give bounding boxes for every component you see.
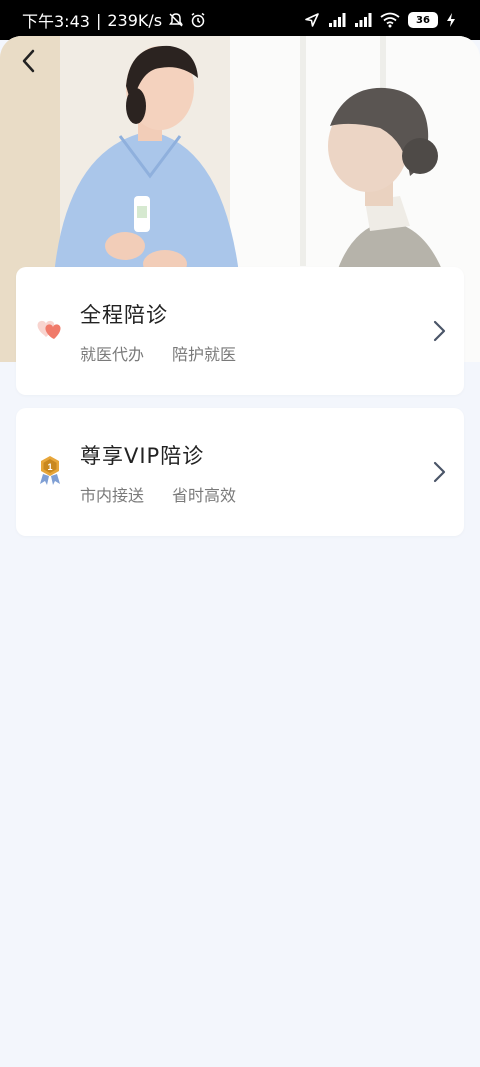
service-tags: 就医代办 陪护就医 bbox=[80, 341, 236, 365]
medal-icon: 1 bbox=[40, 456, 60, 485]
signal-icon-1 bbox=[329, 13, 346, 27]
service-tag: 省时高效 bbox=[172, 486, 237, 505]
status-bar: 下午3:43 | 239K/s 36 bbox=[0, 0, 480, 40]
status-time: 下午3:43 bbox=[22, 12, 90, 31]
back-button[interactable] bbox=[14, 46, 44, 76]
status-right: 36 bbox=[304, 12, 456, 28]
chevron-right-icon bbox=[433, 461, 446, 483]
chevron-right-icon bbox=[433, 320, 446, 342]
charging-bolt-icon bbox=[447, 13, 455, 27]
chevron-left-icon bbox=[22, 49, 35, 73]
service-tag: 陪护就医 bbox=[172, 345, 237, 364]
service-title: 全程陪诊 bbox=[80, 303, 168, 327]
svg-text:1: 1 bbox=[47, 462, 52, 472]
status-left: 下午3:43 | 239K/s bbox=[22, 8, 206, 32]
wifi-icon bbox=[380, 12, 400, 28]
service-card-full-escort[interactable]: 全程陪诊 就医代办 陪护就医 bbox=[16, 267, 464, 395]
alarm-icon bbox=[191, 12, 205, 28]
service-card-vip-escort[interactable]: 1 尊享VIP陪诊 市内接送 省时高效 bbox=[16, 408, 464, 536]
status-net-speed: 239K/s bbox=[107, 10, 163, 30]
heart-icon bbox=[37, 320, 61, 339]
mute-bell-icon bbox=[169, 13, 184, 27]
service-tag: 市内接送 bbox=[80, 486, 145, 505]
battery-indicator: 36 bbox=[408, 12, 438, 28]
screen: 全程陪诊 就医代办 陪护就医 1 尊享VIP陪诊 市内接送 省时高效 bbox=[0, 36, 480, 1067]
signal-icon-2 bbox=[355, 13, 372, 27]
service-title: 尊享VIP陪诊 bbox=[80, 444, 205, 468]
status-separator: | bbox=[95, 10, 102, 30]
service-tag: 就医代办 bbox=[80, 345, 145, 364]
location-arrow-icon bbox=[305, 13, 319, 27]
service-tags: 市内接送 省时高效 bbox=[80, 482, 236, 506]
